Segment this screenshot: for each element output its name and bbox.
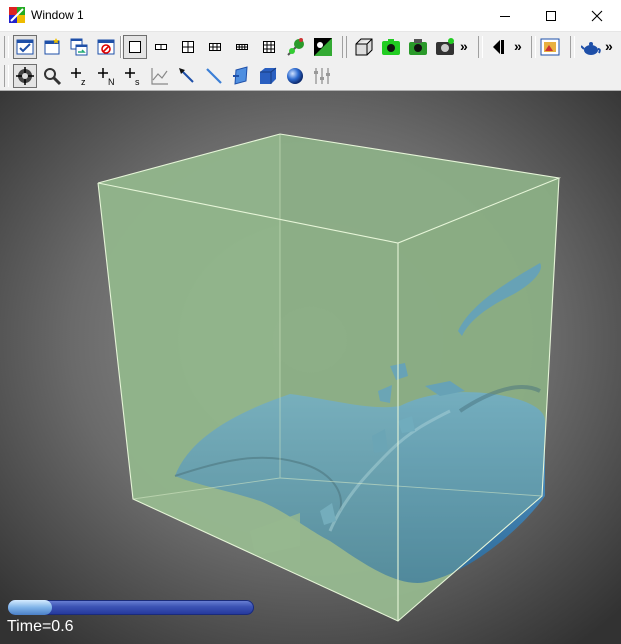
minimize-icon xyxy=(500,15,510,17)
two-panel-layout-button[interactable] xyxy=(149,35,173,59)
time-progress-bar xyxy=(8,600,254,615)
add-z-button[interactable]: z xyxy=(67,64,91,88)
close-view-icon xyxy=(97,39,115,55)
six-panel-layout-button[interactable] xyxy=(203,35,227,59)
close-view-button[interactable] xyxy=(94,35,118,59)
title-bar: Window 1 xyxy=(0,0,621,31)
single-layout-icon xyxy=(129,41,141,53)
new-window-icon xyxy=(44,38,60,55)
minimize-button[interactable] xyxy=(482,0,528,31)
view-check-icon xyxy=(16,39,34,55)
invert-button[interactable] xyxy=(311,35,335,59)
render-viewport[interactable] xyxy=(0,91,621,644)
nine-panel-layout-button[interactable] xyxy=(257,35,281,59)
svg-text:s: s xyxy=(135,77,140,86)
slider-icon xyxy=(314,68,330,84)
pick-icon xyxy=(179,68,194,83)
eight-panel-layout-button[interactable] xyxy=(230,35,254,59)
zoom-icon xyxy=(44,68,62,86)
camera-icon xyxy=(409,39,427,55)
view-check-button[interactable] xyxy=(13,35,37,59)
box-icon xyxy=(260,67,277,84)
copy-window-button[interactable] xyxy=(67,35,91,59)
camera-button[interactable] xyxy=(406,35,430,59)
lock-icon xyxy=(287,38,304,56)
time-label: Time=0.6 xyxy=(7,618,74,635)
window-title: Window 1 xyxy=(31,8,84,22)
box-button[interactable] xyxy=(256,64,280,88)
teapot-button[interactable] xyxy=(579,35,603,59)
tools-toolbar: z N s xyxy=(0,61,621,91)
plane-button[interactable] xyxy=(229,64,253,88)
add-z-icon: z xyxy=(71,68,86,86)
six-panel-layout-icon xyxy=(209,43,221,51)
pick-button[interactable] xyxy=(175,64,199,88)
play-reverse-button[interactable] xyxy=(485,35,509,59)
time-progress-fill xyxy=(8,600,53,615)
maximize-button[interactable] xyxy=(528,0,574,31)
maximize-icon xyxy=(546,10,556,21)
toolbar-grip[interactable] xyxy=(478,36,483,58)
plot-button[interactable] xyxy=(148,64,172,88)
frame-icon xyxy=(540,38,560,56)
plane-icon xyxy=(233,66,248,85)
add-s-icon: s xyxy=(125,68,140,86)
frame-button[interactable] xyxy=(538,35,562,59)
plot-icon xyxy=(151,68,168,85)
line-icon xyxy=(206,68,222,84)
screenshot-icon xyxy=(436,38,454,55)
toolbar-grip[interactable] xyxy=(4,65,9,87)
nine-panel-layout-icon xyxy=(263,41,275,53)
eight-panel-layout-icon xyxy=(236,44,248,50)
toolbar-grip[interactable] xyxy=(570,36,575,58)
screenshot-button[interactable] xyxy=(433,35,457,59)
teapot-icon xyxy=(581,42,601,55)
lock-button[interactable] xyxy=(284,35,308,59)
toolbar-overflow-chevron[interactable]: » xyxy=(460,38,468,54)
svg-text:N: N xyxy=(108,77,115,86)
close-button[interactable] xyxy=(574,0,620,31)
toolbar-overflow-chevron[interactable]: » xyxy=(605,38,613,54)
quad-layout-button[interactable] xyxy=(176,35,200,59)
box-outline-icon xyxy=(355,38,373,56)
zoom-button[interactable] xyxy=(40,64,64,88)
toolbar-separator xyxy=(120,36,122,58)
navigate-icon xyxy=(16,67,34,85)
add-s-button[interactable]: s xyxy=(121,64,145,88)
main-toolbar: » » » xyxy=(0,31,621,62)
slider-button[interactable] xyxy=(310,64,334,88)
save-image-button[interactable] xyxy=(379,35,403,59)
save-image-icon xyxy=(382,39,400,55)
toolbar-grip[interactable] xyxy=(531,36,536,58)
box-outline-button[interactable] xyxy=(352,35,376,59)
add-n-icon: N xyxy=(98,68,115,86)
toolbar-grip[interactable] xyxy=(4,36,9,58)
app-window: Window 1 » » » z N s Time=0.6 xyxy=(0,0,621,644)
navigate-button[interactable] xyxy=(13,64,37,88)
close-icon xyxy=(591,10,603,21)
single-layout-button[interactable] xyxy=(123,35,147,59)
add-n-button[interactable]: N xyxy=(94,64,118,88)
line-button[interactable] xyxy=(202,64,226,88)
svg-text:z: z xyxy=(81,77,86,86)
copy-window-icon xyxy=(70,38,88,56)
new-window-button[interactable] xyxy=(40,35,64,59)
sphere-icon xyxy=(287,68,303,84)
quad-layout-icon xyxy=(182,41,194,53)
sphere-button[interactable] xyxy=(283,64,307,88)
toolbar-grip[interactable] xyxy=(346,36,350,58)
toolbar-overflow-chevron[interactable]: » xyxy=(514,38,522,54)
app-icon xyxy=(9,7,25,23)
two-panel-layout-icon xyxy=(155,44,167,50)
invert-icon xyxy=(314,38,332,56)
play-reverse-icon xyxy=(493,40,504,54)
